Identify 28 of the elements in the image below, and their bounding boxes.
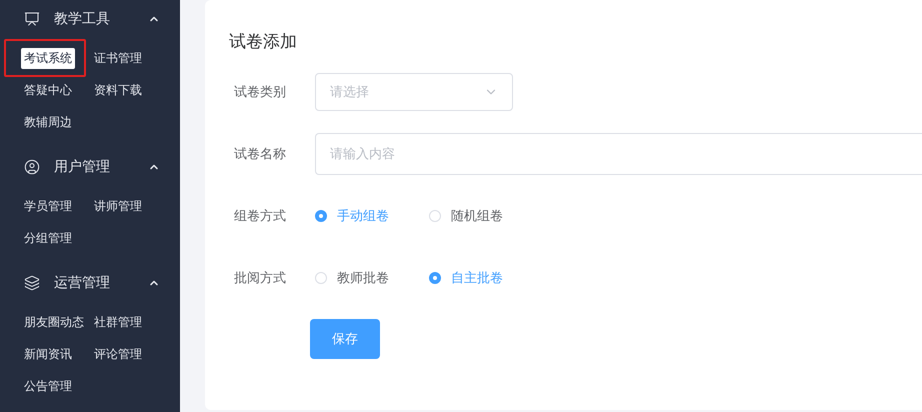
input-field[interactable]: 请输入内容 bbox=[315, 133, 922, 175]
menu-item[interactable]: 新闻资讯 bbox=[19, 338, 77, 370]
menu-item[interactable]: 证书管理 bbox=[89, 42, 147, 74]
menu-group-title[interactable]: 运营管理 bbox=[54, 274, 134, 292]
radio-label[interactable]: 教师批卷 bbox=[337, 269, 389, 287]
form-title: 试卷添加 bbox=[229, 31, 298, 53]
menu-item[interactable]: 社群管理 bbox=[89, 306, 147, 338]
easel-icon bbox=[24, 11, 40, 27]
radio-label[interactable]: 随机组卷 bbox=[451, 207, 503, 225]
menu-group-title[interactable]: 用户管理 bbox=[54, 158, 134, 176]
menu-item[interactable]: 教辅周边 bbox=[19, 106, 77, 138]
menu-item[interactable]: 朋友圈动态 bbox=[19, 306, 89, 338]
menu-group-title[interactable]: 教学工具 bbox=[54, 10, 134, 28]
field-label: 试卷名称 bbox=[233, 146, 287, 163]
menu-item[interactable]: 讲师管理 bbox=[89, 190, 147, 222]
field-label: 组卷方式 bbox=[233, 208, 287, 225]
menu-item[interactable]: 学员管理 bbox=[19, 190, 77, 222]
field-label: 试卷类别 bbox=[233, 84, 287, 101]
radio-button[interactable] bbox=[429, 272, 441, 284]
field-label: 批阅方式 bbox=[233, 270, 287, 287]
menu-item[interactable]: 公告管理 bbox=[19, 370, 77, 402]
menu-item[interactable]: 分组管理 bbox=[19, 222, 77, 254]
radio-button[interactable] bbox=[315, 210, 327, 222]
menu-item[interactable]: 评论管理 bbox=[89, 338, 147, 370]
menu-item[interactable]: 答疑中心 bbox=[19, 74, 77, 106]
menu-item[interactable]: 资料下载 bbox=[89, 74, 147, 106]
layers-icon bbox=[24, 275, 40, 291]
user-icon bbox=[24, 159, 40, 175]
